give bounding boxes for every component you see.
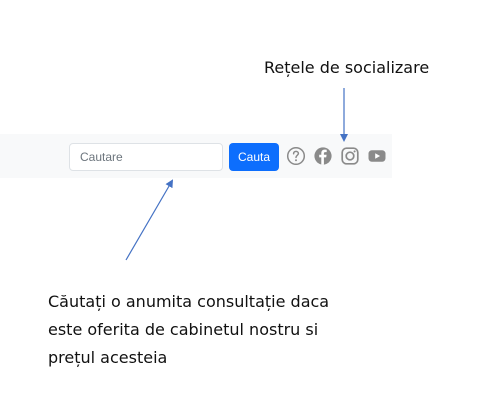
search-arrow (125, 179, 174, 261)
annotation-arrows (125, 88, 348, 261)
